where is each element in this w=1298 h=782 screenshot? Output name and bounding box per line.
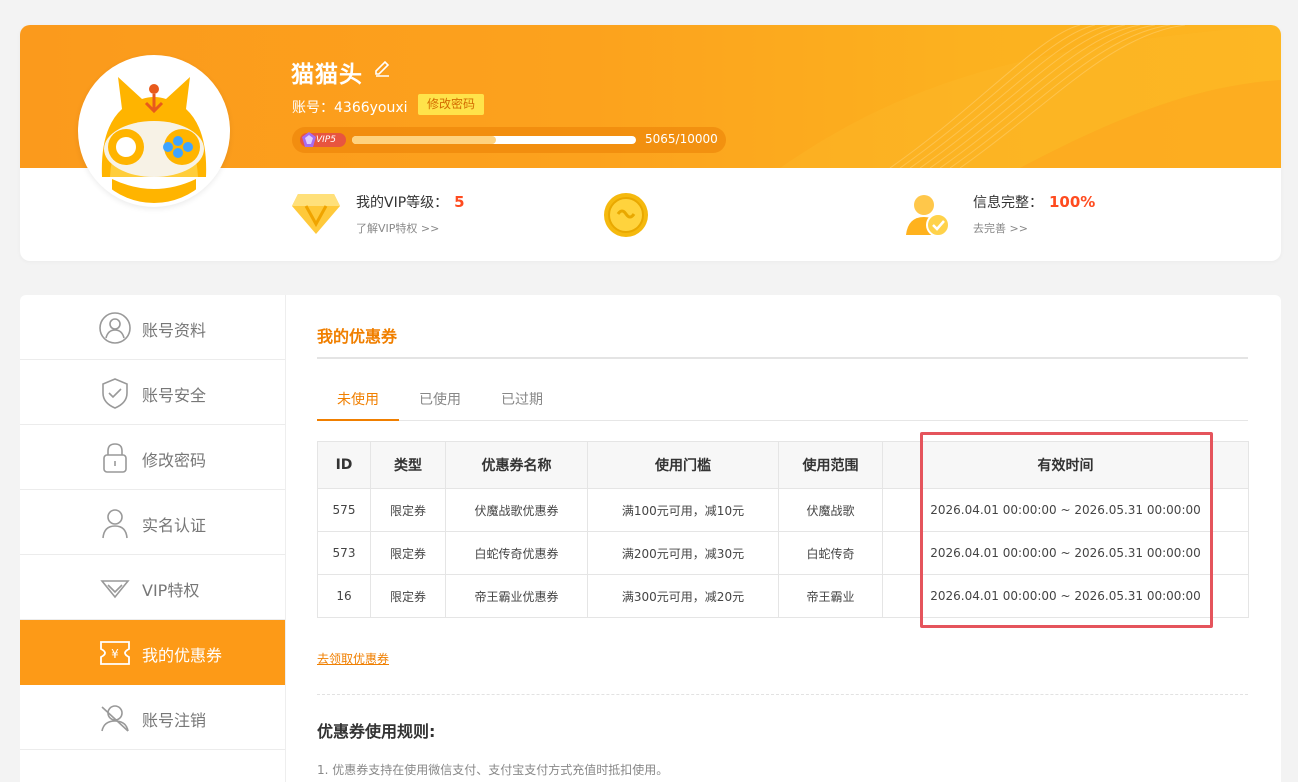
- table-row: 573 限定券 白蛇传奇优惠券 满200元可用，减30元 白蛇传奇 2026.0…: [317, 531, 1249, 575]
- cell-id: 16: [317, 574, 371, 618]
- sidebar-item-label: 账号注销: [142, 711, 207, 730]
- cell-validity: 2026.04.01 00:00:00 ~ 2026.05.31 00:00:0…: [882, 488, 1249, 532]
- vip-badge: VIP5: [300, 132, 346, 147]
- column-header-threshold: 使用门槛: [587, 441, 779, 489]
- profile-card: 猫猫头 账号：4366youxi 修改密码 VIP5 5065/10000 我的…: [20, 25, 1281, 261]
- cell-type: 限定券: [370, 488, 446, 532]
- sidebar-item-label: 修改密码: [142, 451, 207, 470]
- coupon-icon: ¥: [100, 641, 130, 665]
- complete-info-link[interactable]: 去完善 >>: [973, 220, 1028, 236]
- svg-text:¥: ¥: [111, 647, 119, 661]
- vip-crown-icon: [302, 132, 316, 147]
- vip-level-title: 我的VIP等级： 5: [356, 192, 465, 212]
- cat-gamepad-avatar-icon: [82, 59, 226, 203]
- sidebar: 账号资料 账号安全 修改密码 实名认证 VIP特权 ¥ 我的优惠券 账号注销: [20, 295, 286, 782]
- tab-unused[interactable]: 未使用: [317, 382, 399, 421]
- vip-privilege-link[interactable]: 了解VIP特权 >>: [356, 220, 439, 236]
- sidebar-item-label: 账号资料: [142, 321, 207, 340]
- rules-title: 优惠券使用规则:: [317, 722, 436, 741]
- column-header-type: 类型: [370, 441, 446, 489]
- info-complete-label: 信息完整：: [973, 195, 1043, 211]
- cell-scope: 伏魔战歌: [778, 488, 883, 532]
- cell-id: 573: [317, 531, 371, 575]
- cell-threshold: 满300元可用，减20元: [587, 574, 779, 618]
- cell-id: 575: [317, 488, 371, 532]
- vip-progress-track: [352, 136, 636, 144]
- tab-expired[interactable]: 已过期: [481, 382, 563, 421]
- edit-pencil-icon[interactable]: [372, 58, 392, 78]
- change-password-button[interactable]: 修改密码: [418, 94, 485, 115]
- avatar[interactable]: [78, 55, 230, 207]
- lock-icon: [103, 443, 127, 473]
- sidebar-item-label: 我的优惠券: [142, 646, 223, 665]
- cell-validity: 2026.04.01 00:00:00 ~ 2026.05.31 00:00:0…: [882, 574, 1249, 618]
- vip-badge-label: VIP5: [316, 135, 336, 145]
- info-complete-title: 信息完整： 100%: [973, 192, 1095, 212]
- person-icon: [102, 509, 128, 539]
- get-coupon-link[interactable]: 去领取优惠券: [317, 650, 389, 667]
- column-header-validity: 有效时间: [882, 441, 1249, 489]
- dashed-divider: [317, 694, 1248, 695]
- cell-threshold: 满200元可用，减30元: [587, 531, 779, 575]
- gold-coin-icon: [604, 193, 648, 237]
- sidebar-item-my-coupons[interactable]: ¥ 我的优惠券: [20, 620, 285, 685]
- user-cancel-icon: [101, 705, 129, 732]
- sidebar-item-label: 实名认证: [142, 516, 207, 535]
- vip-progress-fill: [352, 136, 496, 144]
- main-panel: 账号资料 账号安全 修改密码 实名认证 VIP特权 ¥ 我的优惠券 账号注销 我…: [20, 295, 1281, 782]
- sidebar-item-real-name[interactable]: 实名认证: [20, 490, 285, 555]
- user-circle-icon: [99, 312, 131, 344]
- vip-progress-text: 5065/10000: [645, 132, 718, 146]
- cell-scope: 白蛇传奇: [778, 531, 883, 575]
- cell-name: 伏魔战歌优惠券: [445, 488, 588, 532]
- vip-level-value: 5: [454, 193, 465, 211]
- column-header-scope: 使用范围: [778, 441, 883, 489]
- sidebar-item-label: 账号安全: [142, 386, 207, 405]
- table-header-row: ID 类型 优惠券名称 使用门槛 使用范围 有效时间: [317, 441, 1249, 489]
- sidebar-item-account-profile[interactable]: 账号资料: [20, 295, 285, 360]
- sidebar-item-account-security[interactable]: 账号安全: [20, 360, 285, 425]
- shield-check-icon: [102, 378, 128, 409]
- table-row: 16 限定券 帝王霸业优惠券 满300元可用，减20元 帝王霸业 2026.04…: [317, 574, 1249, 618]
- column-header-name: 优惠券名称: [445, 441, 588, 489]
- cell-type: 限定券: [370, 574, 446, 618]
- rule-item: 1. 优惠券支持在使用微信支付、支付宝支付方式充值时抵扣使用。: [317, 763, 669, 777]
- cell-name: 白蛇传奇优惠券: [445, 531, 588, 575]
- vip-progress-bar: VIP5 5065/10000: [292, 127, 726, 153]
- section-title: 我的优惠券: [317, 327, 398, 346]
- vip-level-label: 我的VIP等级：: [356, 195, 449, 211]
- coupon-table: ID 类型 优惠券名称 使用门槛 使用范围 有效时间 575 限定券 伏魔战歌优…: [317, 441, 1249, 618]
- vip-diamond-icon: [100, 580, 130, 599]
- sidebar-item-label: VIP特权: [142, 581, 200, 600]
- sidebar-item-account-cancel[interactable]: 账号注销: [20, 685, 285, 750]
- cell-type: 限定券: [370, 531, 446, 575]
- table-row: 575 限定券 伏魔战歌优惠券 满100元可用，减10元 伏魔战歌 2026.0…: [317, 488, 1249, 532]
- vip-diamond-icon: [292, 194, 340, 234]
- sidebar-item-change-password[interactable]: 修改密码: [20, 425, 285, 490]
- user-verified-icon: [906, 195, 950, 237]
- coupon-tabs: 未使用 已使用 已过期: [317, 382, 1248, 421]
- info-complete-value: 100%: [1049, 193, 1096, 211]
- sidebar-item-vip[interactable]: VIP特权: [20, 555, 285, 620]
- nickname: 猫猫头: [291, 62, 363, 88]
- tab-used[interactable]: 已使用: [399, 382, 481, 421]
- cell-name: 帝王霸业优惠券: [445, 574, 588, 618]
- cell-threshold: 满100元可用，减10元: [587, 488, 779, 532]
- cell-scope: 帝王霸业: [778, 574, 883, 618]
- column-header-id: ID: [317, 441, 371, 489]
- account-id: 账号：4366youxi: [292, 100, 408, 116]
- section-divider: [317, 357, 1248, 359]
- cell-validity: 2026.04.01 00:00:00 ~ 2026.05.31 00:00:0…: [882, 531, 1249, 575]
